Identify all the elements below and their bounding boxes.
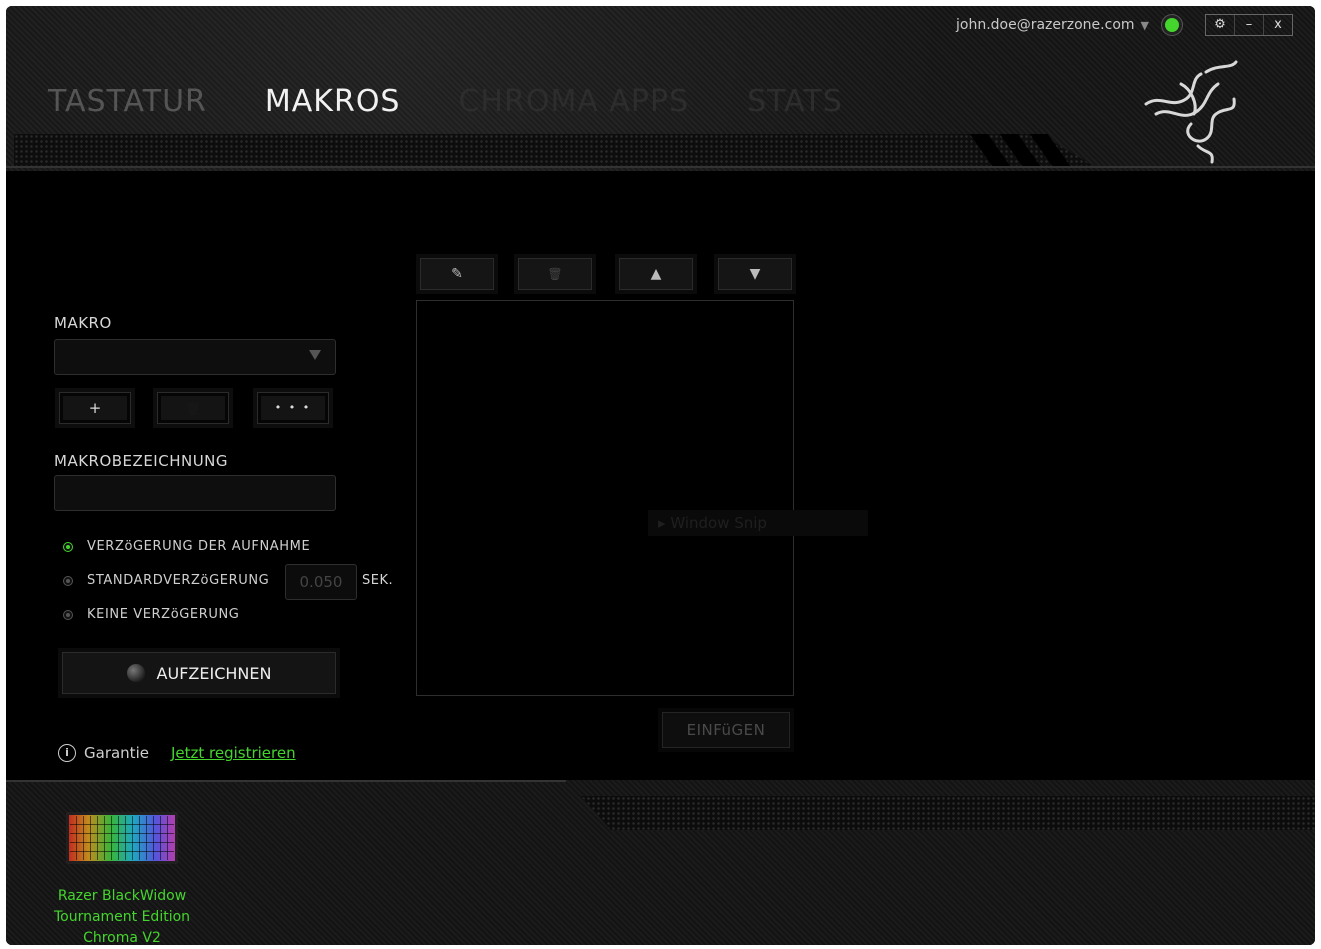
account-email[interactable]: john.doe@razerzone.com	[956, 17, 1135, 33]
close-button[interactable]: x	[1263, 15, 1292, 35]
radio-icon	[63, 575, 73, 586]
delay-option-none[interactable]: KEINE VERZöGERUNG	[63, 607, 239, 622]
tab-tastatur[interactable]: TASTATUR	[48, 84, 207, 119]
record-button[interactable]: AUFZEICHNEN	[62, 652, 336, 694]
warranty-row: i Garantie Jetzt registrieren	[58, 744, 296, 762]
delay-option-label: VERZöGERUNG DER AUFNAHME	[87, 539, 311, 554]
trash-icon: 🗑	[185, 402, 201, 416]
ghost-item-label: Window Snip	[670, 514, 767, 532]
arrow-down-icon: ▼	[749, 266, 761, 282]
record-label: AUFZEICHNEN	[156, 663, 272, 683]
trash-icon: 🗑	[547, 267, 563, 281]
delay-option-default[interactable]: STANDARDVERZöGERUNG	[63, 573, 269, 588]
macro-event-list[interactable]	[416, 300, 794, 696]
header-edge	[6, 166, 1315, 168]
footer-edge	[6, 780, 566, 782]
register-link[interactable]: Jetzt registrieren	[171, 744, 296, 762]
macro-dropdown[interactable]	[54, 339, 336, 375]
arrow-up-icon: ▲	[650, 266, 662, 282]
minimize-button[interactable]: –	[1234, 15, 1263, 35]
main-tabs: TASTATUR MAKROS CHROMA APPS STATS	[48, 84, 843, 119]
delay-option-recorded[interactable]: VERZöGERUNG DER AUFNAHME	[63, 539, 310, 554]
radio-icon	[63, 609, 73, 620]
more-options-button[interactable]: • • •	[257, 392, 329, 424]
radio-selected-icon	[63, 541, 73, 552]
razer-logo-icon	[1144, 60, 1238, 164]
delay-unit: SEK.	[362, 573, 394, 588]
tab-chroma-apps[interactable]: CHROMA APPS	[458, 84, 689, 119]
record-icon	[126, 664, 145, 682]
tab-stats[interactable]: STATS	[747, 84, 843, 119]
move-up-button[interactable]: ▲	[619, 258, 693, 290]
insert-button[interactable]: EINFüGEN	[662, 712, 790, 748]
macro-name-label: MAKROBEZEICHNUNG	[54, 452, 229, 470]
device-name-line: Chroma V2	[83, 930, 161, 945]
pencil-icon: ✎	[451, 266, 463, 282]
tab-makros[interactable]: MAKROS	[265, 84, 401, 119]
device-name[interactable]: Razer BlackWidow Tournament Edition Chro…	[36, 886, 208, 945]
edit-event-button[interactable]: ✎	[420, 258, 494, 290]
delay-option-label: STANDARDVERZöGERUNG	[87, 573, 270, 588]
window-controls: ⚙ – x	[1205, 14, 1293, 36]
topbar: john.doe@razerzone.com ▼ ⚙ – x	[956, 14, 1293, 36]
status-icon[interactable]	[1165, 18, 1179, 32]
delay-option-label: KEINE VERZöGERUNG	[87, 607, 240, 622]
delete-event-button[interactable]: 🗑	[518, 258, 592, 290]
device-name-line: Tournament Edition	[53, 909, 191, 925]
default-delay-input[interactable]: 0.050	[285, 564, 357, 600]
info-icon: i	[58, 744, 76, 762]
macro-label: MAKRO	[54, 314, 112, 332]
ghost-arrow-icon: ▸	[658, 514, 671, 532]
chevron-down-icon	[309, 350, 321, 360]
delete-macro-button[interactable]: 🗑	[157, 392, 229, 424]
settings-icon[interactable]: ⚙	[1206, 15, 1234, 35]
header-stripe	[14, 134, 1094, 166]
footer-stripe	[581, 796, 1315, 830]
account-dropdown-icon[interactable]: ▼	[1141, 19, 1149, 32]
add-macro-button[interactable]: +	[59, 392, 131, 424]
app-window: john.doe@razerzone.com ▼ ⚙ – x TASTATUR …	[6, 6, 1315, 945]
move-down-button[interactable]: ▼	[718, 258, 792, 290]
keyboard-device-icon[interactable]	[66, 812, 178, 864]
macro-name-input[interactable]	[54, 475, 336, 511]
drag-ghost-item: ▸ Window Snip	[648, 510, 868, 536]
warranty-label: Garantie	[84, 744, 149, 762]
device-name-line: Razer BlackWidow	[57, 888, 187, 904]
